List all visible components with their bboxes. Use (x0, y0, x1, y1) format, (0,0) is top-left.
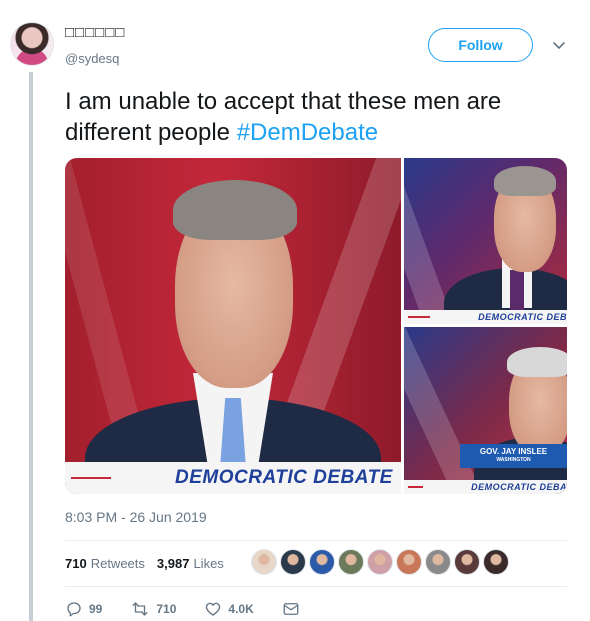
avatar-red-icon[interactable] (367, 549, 393, 575)
nameplate: GOV. JAY INSLEE WASHINGTON (460, 444, 567, 468)
media-photo-bottom-right[interactable]: GOV. JAY INSLEE WASHINGTON DEMOCRATIC DE… (404, 327, 567, 494)
tweet-actions: 99 710 4.0K (65, 598, 334, 620)
avatar-landscape-icon[interactable] (280, 549, 306, 575)
tweet-stats: 710 Retweets 3,987 Likes (65, 553, 224, 573)
message-button[interactable] (282, 600, 306, 618)
avatar-blonde-icon[interactable] (251, 549, 277, 575)
heart-icon (206, 602, 221, 616)
liker-avatars (251, 549, 512, 575)
like-button[interactable]: 4.0K (204, 600, 254, 618)
nameplate-name: GOV. JAY INSLEE (479, 447, 548, 456)
hashtag-link[interactable]: #DemDebate (237, 119, 378, 146)
chevron-down-icon[interactable] (551, 37, 567, 53)
tweet-text: I am unable to accept that these men are… (65, 86, 580, 148)
lower-third-text-bottom-right: DEMOCRATIC DEBA (471, 482, 567, 492)
avatar-smile-icon[interactable] (396, 549, 422, 575)
retweet-count: 710 (156, 602, 177, 616)
thread-line (29, 72, 33, 621)
reply-icon (67, 602, 81, 617)
avatar-cat-icon[interactable] (425, 549, 451, 575)
media-photo-top-right[interactable]: DEMOCRATIC DEB (404, 158, 567, 324)
like-count: 4.0K (228, 602, 254, 616)
lower-third-top-right: DEMOCRATIC DEB (404, 310, 567, 324)
retweet-button[interactable]: 710 (130, 600, 176, 618)
lower-third-text-main: DEMOCRATIC DEBATE (175, 467, 393, 488)
retweet-icon (132, 602, 148, 616)
lower-third-main: DEMOCRATIC DEBATE (65, 462, 401, 494)
avatar[interactable] (10, 22, 54, 66)
envelope-icon (283, 603, 299, 615)
retweets-count[interactable]: 710 (65, 556, 87, 571)
retweets-label[interactable]: Retweets (91, 556, 145, 571)
tweet-timestamp[interactable]: 8:03 PM - 26 Jun 2019 (65, 509, 207, 525)
divider (65, 586, 567, 587)
reply-count: 99 (89, 602, 103, 616)
lower-third-text-top-right: DEMOCRATIC DEB (478, 312, 567, 322)
follow-button[interactable]: Follow (428, 28, 533, 62)
avatar-jersey-icon[interactable] (309, 549, 335, 575)
nameplate-state: WASHINGTON (496, 457, 531, 463)
avatar-dark-icon[interactable] (454, 549, 480, 575)
avatar-person-icon[interactable] (338, 549, 364, 575)
likes-count[interactable]: 3,987 (157, 556, 190, 571)
avatar-woman-icon[interactable] (483, 549, 509, 575)
user-handle[interactable]: @sydesq (65, 51, 119, 66)
likes-label[interactable]: Likes (193, 556, 223, 571)
divider (65, 540, 567, 541)
display-name[interactable]: □□□□□□ (65, 24, 125, 41)
media-grid: DEMOCRATIC DEBATE DEMOCRATIC DEB GOV. JA… (65, 158, 567, 494)
media-photo-main[interactable]: DEMOCRATIC DEBATE (65, 158, 401, 494)
lower-third-bottom-right: DEMOCRATIC DEBA (404, 480, 567, 494)
reply-button[interactable]: 99 (65, 600, 102, 618)
